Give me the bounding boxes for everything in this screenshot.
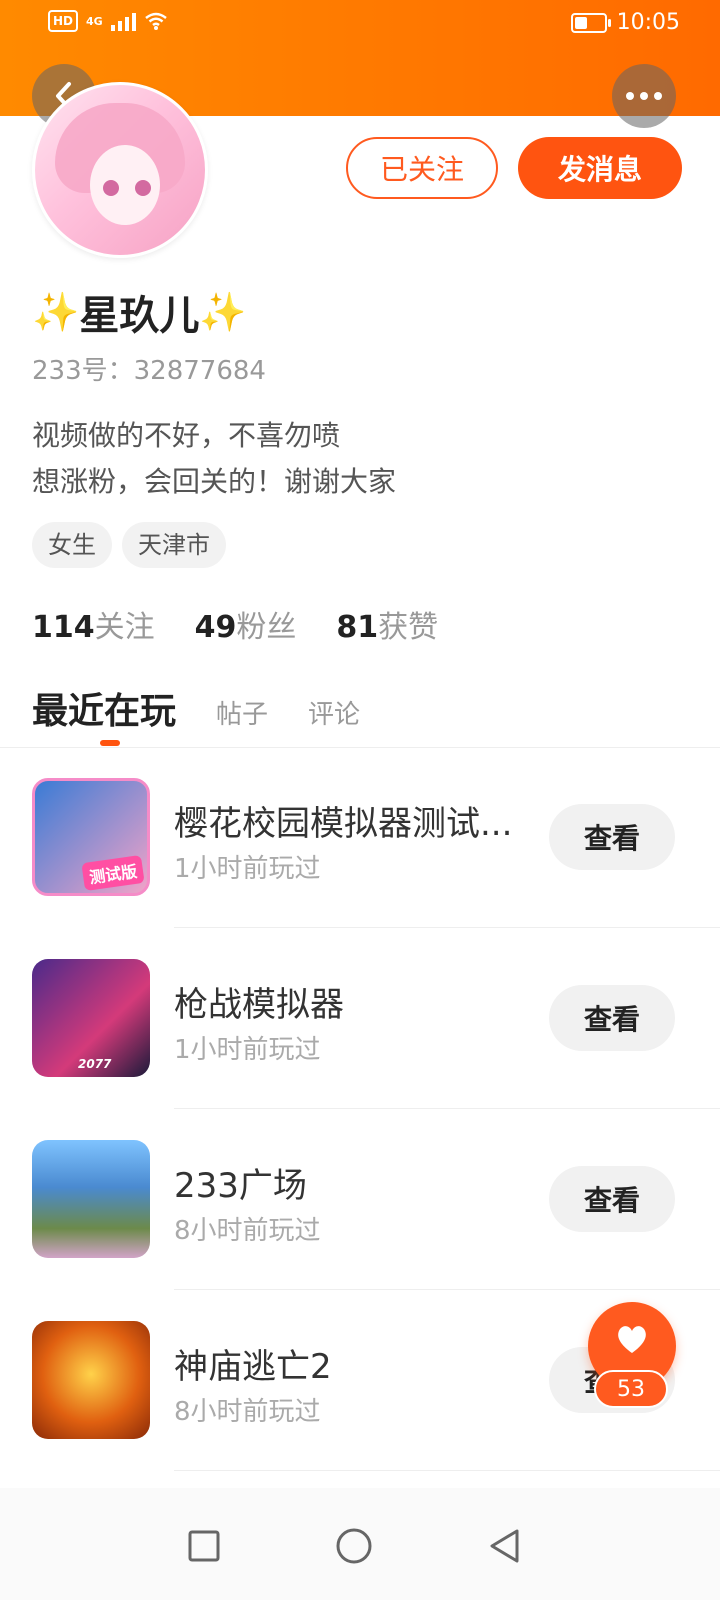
likes-count: 81 xyxy=(336,610,379,645)
profile-bio: 视频做的不好，不喜勿喷 想涨粉，会回关的！谢谢大家 xyxy=(32,413,396,505)
tab-posts[interactable]: 帖子 xyxy=(216,694,268,731)
like-count: 53 xyxy=(594,1370,668,1408)
profile-stats: 114关注 49粉丝 81获赞 xyxy=(32,602,438,646)
following-label: 关注 xyxy=(94,610,155,645)
profile-name: ✨ 星玖儿 ✨ xyxy=(32,283,247,341)
game-icon xyxy=(32,1321,150,1439)
game-title: 233广场 xyxy=(174,1166,307,1206)
divider xyxy=(174,1470,720,1471)
more-dots-icon xyxy=(626,92,662,100)
fans-stat[interactable]: 49粉丝 xyxy=(195,602,297,646)
sparkle-icon: ✨ xyxy=(199,289,247,334)
list-item[interactable]: 233广场 8小时前玩过 查看 xyxy=(0,1110,720,1290)
view-button[interactable]: 查看 xyxy=(549,804,675,870)
game-icon xyxy=(32,1140,150,1258)
likes-stat: 81获赞 xyxy=(336,602,438,646)
view-button[interactable]: 查看 xyxy=(549,1166,675,1232)
recent-apps-button[interactable] xyxy=(184,1526,224,1566)
square-icon xyxy=(188,1530,220,1562)
last-played: 1小时前玩过 xyxy=(174,854,321,884)
divider xyxy=(174,1289,720,1290)
hd-indicator: HD xyxy=(48,10,79,32)
bio-line: 视频做的不好，不喜勿喷 xyxy=(32,419,341,452)
clock: 10:05 xyxy=(616,10,680,35)
last-played: 8小时前玩过 xyxy=(174,1397,321,1427)
avatar[interactable] xyxy=(32,82,208,258)
network-type: 4G xyxy=(86,14,103,28)
sparkle-icon: ✨ xyxy=(32,289,80,334)
status-bar: HD 4G 10:05 xyxy=(0,0,720,50)
system-navigation-bar xyxy=(0,1488,720,1600)
icon-badge: 测试版 xyxy=(81,854,145,892)
profile-tags: 女生 天津市 xyxy=(32,522,226,568)
last-played: 8小时前玩过 xyxy=(174,1216,321,1246)
game-icon: 测试版 xyxy=(32,778,150,896)
wifi-icon xyxy=(144,12,167,30)
view-button[interactable]: 查看 xyxy=(549,985,675,1051)
list-item[interactable]: 测试版 樱花校园模拟器测试... 1小时前玩过 查看 xyxy=(0,748,720,928)
game-title: 神庙逃亡2 xyxy=(174,1347,332,1387)
game-title: 枪战模拟器 xyxy=(174,985,344,1025)
fans-count: 49 xyxy=(194,610,237,645)
user-id: 233号：32877684 xyxy=(32,356,266,386)
signal-icon xyxy=(110,11,136,31)
home-button[interactable] xyxy=(334,1526,374,1566)
list-item[interactable]: 2077 枪战模拟器 1小时前玩过 查看 xyxy=(0,929,720,1109)
likes-label: 获赞 xyxy=(378,610,439,645)
tag-location: 天津市 xyxy=(122,522,226,568)
fans-label: 粉丝 xyxy=(236,610,297,645)
bio-line: 想涨粉，会回关的！谢谢大家 xyxy=(32,465,397,498)
following-count: 114 xyxy=(32,610,95,645)
tab-comments[interactable]: 评论 xyxy=(308,694,360,731)
tab-recently-played[interactable]: 最近在玩 xyxy=(32,682,176,734)
battery-icon xyxy=(570,12,611,33)
game-icon: 2077 xyxy=(32,959,150,1077)
system-back-button[interactable] xyxy=(484,1526,524,1566)
active-tab-indicator xyxy=(100,740,120,746)
following-stat[interactable]: 114关注 xyxy=(32,602,155,646)
tag-gender: 女生 xyxy=(32,522,112,568)
divider xyxy=(174,1108,720,1109)
followed-button[interactable]: 已关注 xyxy=(346,137,498,199)
profile-name-text: 星玖儿 xyxy=(79,293,200,339)
profile-tabs: 最近在玩 帖子 评论 xyxy=(32,682,360,734)
send-message-button[interactable]: 发消息 xyxy=(518,137,682,199)
more-options-button[interactable] xyxy=(612,64,676,128)
circle-icon xyxy=(336,1528,372,1564)
game-title: 樱花校园模拟器测试... xyxy=(174,804,513,844)
divider xyxy=(174,927,720,928)
icon-badge: 2077 xyxy=(78,1057,112,1071)
triangle-back-icon xyxy=(490,1529,519,1563)
heart-icon xyxy=(618,1326,646,1353)
last-played: 1小时前玩过 xyxy=(174,1035,321,1065)
